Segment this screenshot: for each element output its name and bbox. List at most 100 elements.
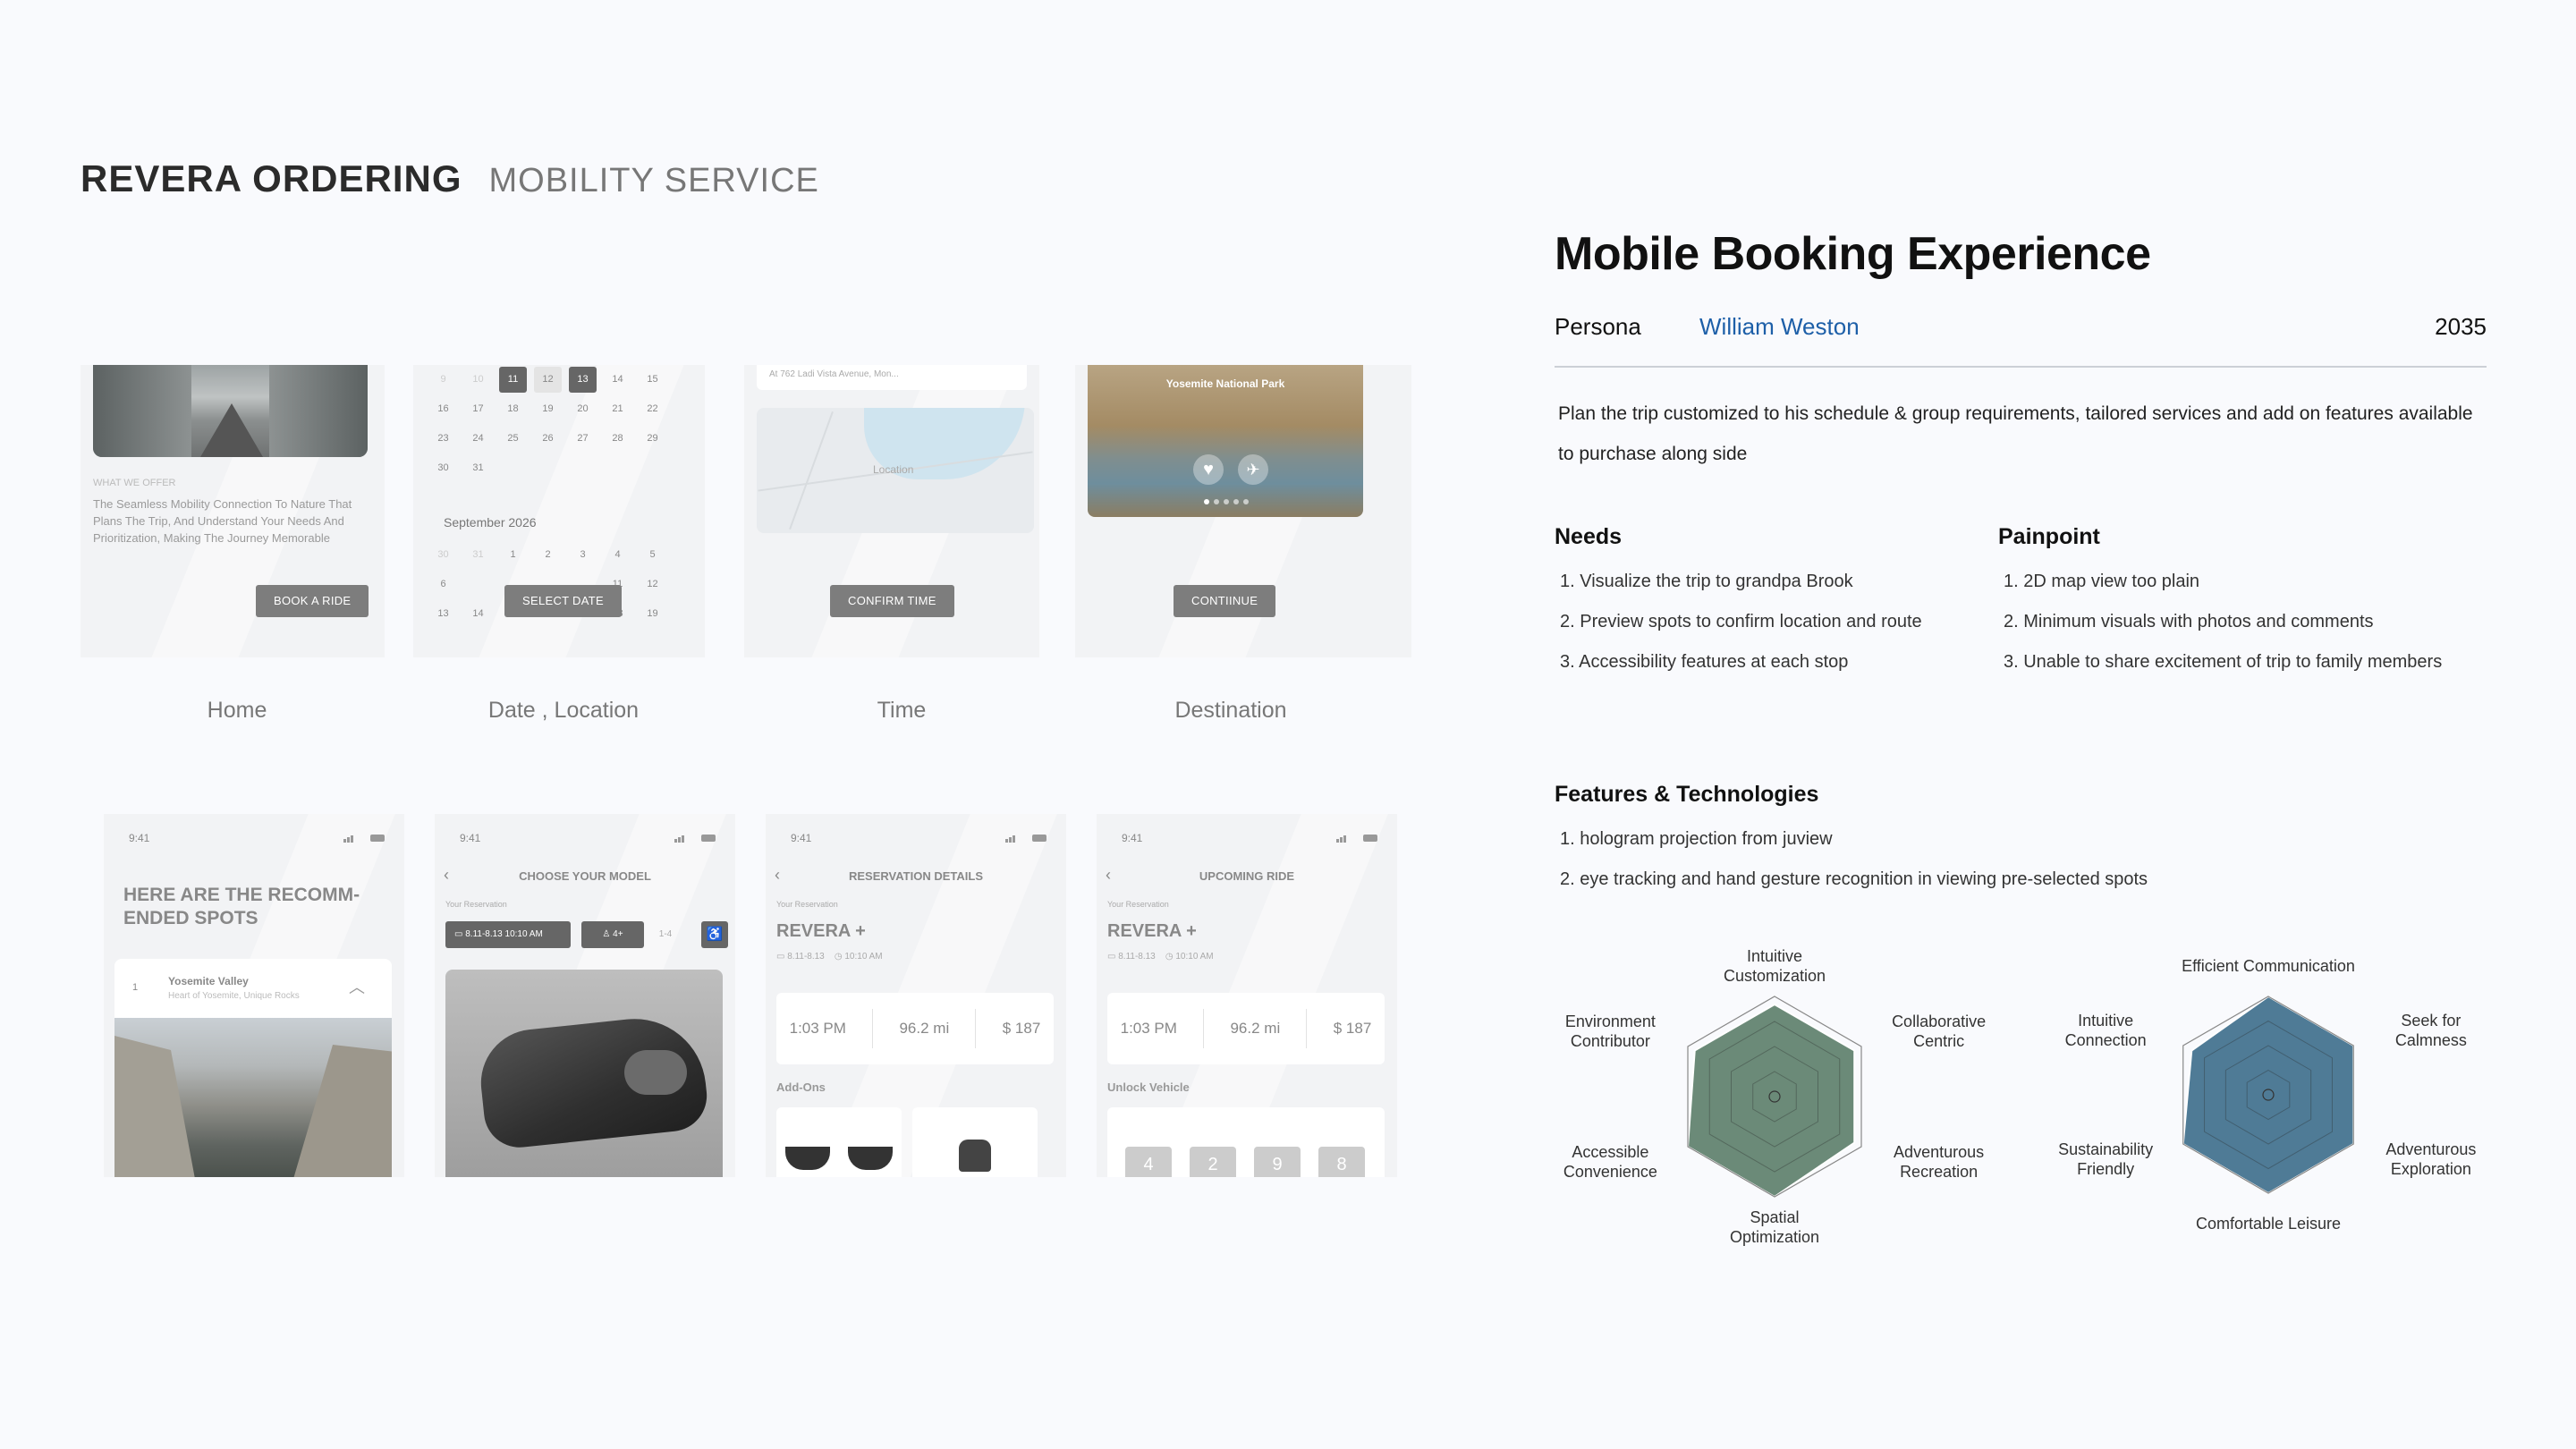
people-chip[interactable]: ♙ 4+: [581, 921, 644, 948]
stat-arrival: 1:03 PM: [1120, 1020, 1177, 1037]
addons-label: Add-Ons: [776, 1080, 826, 1094]
day[interactable]: 20: [565, 394, 600, 424]
day-selected[interactable]: 11: [499, 367, 527, 393]
spot-card[interactable]: 1 Yosemite Valley Heart of Yosemite, Uni…: [114, 959, 392, 1018]
day[interactable]: 23: [426, 424, 461, 453]
screen-upcoming[interactable]: 9:41 ‹ UPCOMING RIDE Your Reservation RE…: [1097, 814, 1397, 1177]
calendar-aug[interactable]: 9 10 11 12 13 14 15 16 17 18 19 20 21 22…: [426, 365, 670, 483]
day[interactable]: 16: [426, 394, 461, 424]
unlock-digit[interactable]: 2: [1190, 1147, 1236, 1177]
persona-name[interactable]: William Weston: [1699, 313, 1860, 341]
day[interactable]: 25: [496, 424, 530, 453]
screen-home[interactable]: WHAT WE OFFER The Seamless Mobility Conn…: [80, 365, 385, 657]
day[interactable]: 31: [461, 540, 496, 570]
month-label: September 2026: [444, 515, 537, 530]
screen-date[interactable]: 9 10 11 12 13 14 15 16 17 18 19 20 21 22…: [413, 365, 705, 657]
day[interactable]: 4: [600, 540, 635, 570]
day[interactable]: 26: [530, 424, 565, 453]
radar-chart-persona-needs: Intuitive Customization Collaborative Centr…: [1563, 947, 1986, 1246]
dates-chip-text: 8.11-8.13 10:10 AM: [465, 929, 543, 939]
stat-arrival: 1:03 PM: [789, 1020, 846, 1037]
painpoint-list: 1. 2D map view too plain 2. Minimum visu…: [2004, 562, 2442, 682]
accessibility-icon[interactable]: ♿: [701, 921, 728, 948]
day[interactable]: 12: [635, 570, 670, 599]
chevron-up-icon[interactable]: ︿: [349, 975, 365, 998]
screen-model[interactable]: 9:41 ‹ CHOOSE YOUR MODEL Your Reservatio…: [435, 814, 735, 1177]
map-location-label: Location: [873, 463, 914, 476]
addon-glasses[interactable]: [776, 1107, 902, 1177]
screen-reservation[interactable]: 9:41 ‹ RESERVATION DETAILS Your Reservat…: [766, 814, 1066, 1177]
day[interactable]: 14: [600, 365, 635, 394]
day[interactable]: 5: [635, 540, 670, 570]
features-item: 2. eye tracking and hand gesture recogni…: [1560, 869, 2148, 889]
day[interactable]: 31: [461, 453, 496, 483]
page-header: REVERA ORDERING MOBILITY SERVICE: [80, 157, 819, 200]
radar-axis-label: Spatial Optimization: [1730, 1208, 1819, 1246]
day[interactable]: 21: [600, 394, 635, 424]
brand-subtitle: MOBILITY SERVICE: [488, 162, 819, 199]
screen-time[interactable]: At 762 Ladi Vista Avenue, Mon... Locatio…: [744, 365, 1039, 657]
valley-photo: [114, 1018, 392, 1177]
painpoint-item: 1. 2D map view too plain: [2004, 572, 2200, 591]
divider: [1555, 366, 2487, 368]
radar-axis-label: Comfortable Leisure: [2196, 1215, 2341, 1233]
meta-clock: 10:10 AM: [1175, 952, 1214, 962]
dates-chip[interactable]: ▭ 8.11-8.13 10:10 AM: [445, 921, 571, 948]
confirm-time-button[interactable]: CONFIRM TIME: [830, 585, 954, 617]
share-icon[interactable]: ✈: [1238, 454, 1268, 485]
day[interactable]: 28: [600, 424, 635, 453]
needs-item: 2. Preview spots to confirm location and…: [1560, 612, 1922, 631]
select-date-button[interactable]: SELECT DATE: [504, 585, 622, 617]
painpoint-item: 3. Unable to share excitement of trip to…: [2004, 652, 2443, 672]
day[interactable]: 10: [461, 365, 496, 394]
day[interactable]: 17: [461, 394, 496, 424]
map-view[interactable]: Location: [757, 408, 1034, 533]
needs-item: 3. Accessibility features at each stop: [1560, 652, 1849, 672]
day[interactable]: 24: [461, 424, 496, 453]
day[interactable]: 22: [635, 394, 670, 424]
radar-series-area: [2182, 995, 2355, 1195]
day[interactable]: 30: [426, 453, 461, 483]
book-ride-button[interactable]: BOOK A RIDE: [256, 585, 369, 617]
destination-photo[interactable]: Yosemite National Park ♥ ✈: [1088, 365, 1363, 517]
address-bar[interactable]: At 762 Ladi Vista Avenue, Mon...: [757, 365, 1027, 390]
screen-spots[interactable]: 9:41 HERE ARE THE RECOMM-ENDED SPOTS 1 Y…: [104, 814, 404, 1177]
addon-bag[interactable]: [912, 1107, 1038, 1177]
unlock-digit[interactable]: 4: [1125, 1147, 1172, 1177]
range-chip[interactable]: 1-4: [649, 921, 682, 948]
day-range[interactable]: 12: [534, 367, 562, 393]
unlock-digit[interactable]: 8: [1318, 1147, 1365, 1177]
day[interactable]: 3: [565, 540, 600, 570]
day-selected[interactable]: 13: [569, 367, 597, 393]
continue-button[interactable]: CONTIINUE: [1174, 585, 1276, 617]
day[interactable]: 6: [426, 570, 461, 599]
status-time: 9:41: [460, 832, 481, 844]
radar-axis-label: Adventurous Exploration: [2385, 1140, 2476, 1178]
day[interactable]: 2: [530, 540, 565, 570]
unlock-panel[interactable]: 4 2 9 8: [1107, 1107, 1385, 1177]
model-title: CHOOSE YOUR MODEL: [519, 869, 651, 883]
vehicle-render[interactable]: [445, 970, 723, 1177]
radar-axis-label: Efficient Communication: [2182, 957, 2355, 975]
radar-axis-label: Environment Contributor: [1565, 1013, 1656, 1050]
day[interactable]: 27: [565, 424, 600, 453]
day[interactable]: 15: [635, 365, 670, 394]
carousel-dots[interactable]: [1204, 499, 1249, 504]
heart-icon[interactable]: ♥: [1193, 454, 1224, 485]
right-panel: Mobile Booking Experience Persona Willia…: [1555, 227, 2487, 889]
persona-year: 2035: [2435, 313, 2487, 340]
day[interactable]: 19: [530, 394, 565, 424]
day[interactable]: 1: [496, 540, 530, 570]
vehicle-name: REVERA +: [776, 921, 866, 941]
day[interactable]: 14: [461, 599, 496, 629]
unlock-digit[interactable]: 9: [1254, 1147, 1301, 1177]
radar-axis-label: Accessible Convenience: [1563, 1143, 1657, 1181]
day[interactable]: 30: [426, 540, 461, 570]
day[interactable]: 29: [635, 424, 670, 453]
day[interactable]: 18: [496, 394, 530, 424]
radar-axis-label: Collaborative Centric: [1892, 1013, 1986, 1050]
day[interactable]: 13: [426, 599, 461, 629]
screen-destination[interactable]: Yosemite National Park ♥ ✈ CONTIINUE: [1075, 365, 1411, 657]
day[interactable]: 9: [426, 365, 461, 394]
day[interactable]: 19: [635, 599, 670, 629]
